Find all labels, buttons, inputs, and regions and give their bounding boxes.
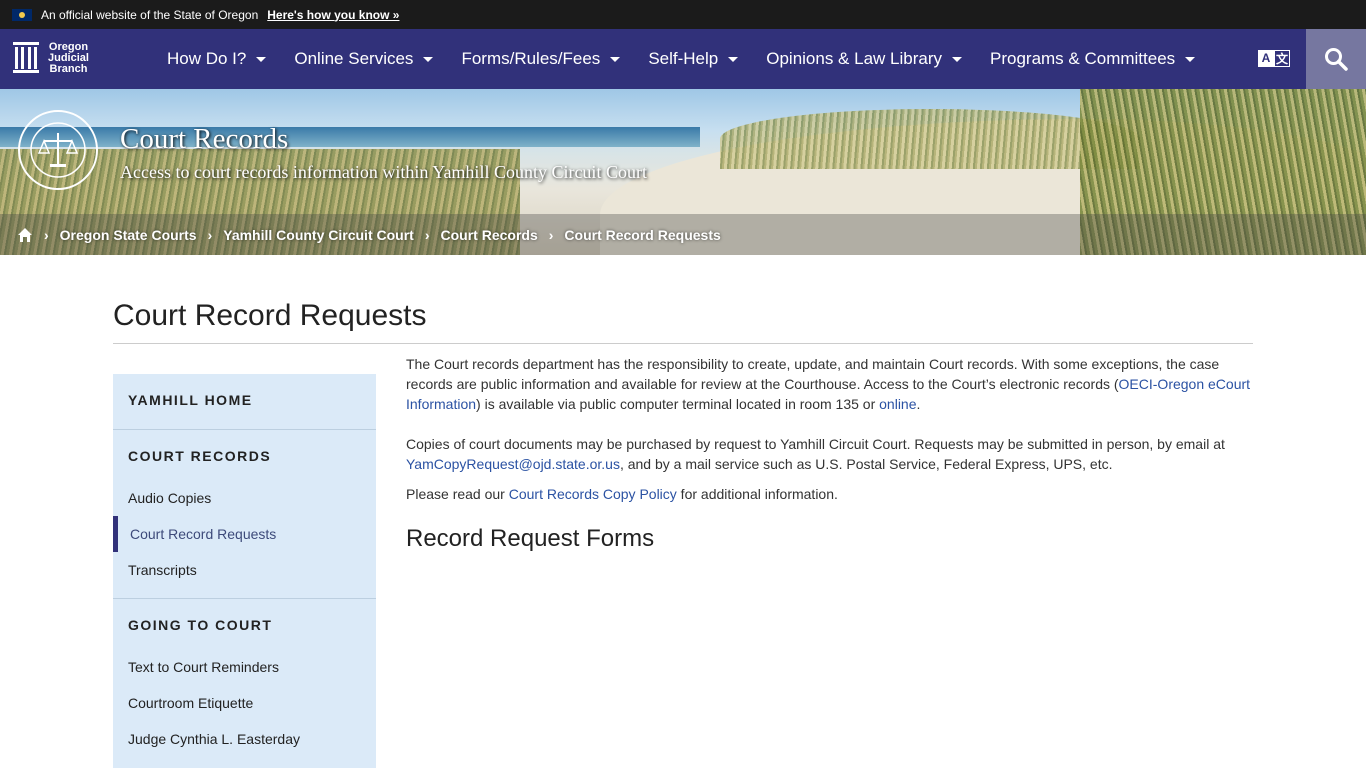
caret-down-icon: [610, 56, 621, 62]
paragraph-text: .: [916, 396, 921, 412]
paragraph-text: Copies of court documents may be purchas…: [406, 436, 1225, 452]
main-navbar: Oregon Judicial Branch How Do I? Online …: [0, 29, 1366, 89]
nav-item-label: Online Services: [294, 49, 414, 68]
search-button[interactable]: [1306, 29, 1366, 89]
banner-grass: [720, 109, 1140, 169]
online-link[interactable]: online: [879, 396, 916, 412]
breadcrumb-yamhill-county[interactable]: Yamhill County Circuit Court: [223, 227, 414, 243]
main-content: The Court records department has the res…: [406, 354, 1254, 494]
hero-banner: Court Records Access to court records in…: [0, 89, 1366, 255]
banner-subtitle: Access to court records information with…: [120, 162, 647, 182]
paragraph-text: Please read our: [406, 486, 509, 502]
breadcrumb-oregon-state-courts[interactable]: Oregon State Courts: [60, 227, 197, 243]
nav-item-how-do-i[interactable]: How Do I?: [153, 49, 280, 69]
oregon-flag-icon: [12, 8, 32, 21]
breadcrumb-court-records[interactable]: Court Records: [441, 227, 538, 243]
sidebar-item-court-record-requests[interactable]: Court Record Requests: [130, 526, 276, 542]
nav-item-opinions-law-library[interactable]: Opinions & Law Library: [752, 49, 976, 69]
intro-paragraph: The Court records department has the res…: [406, 354, 1254, 414]
logo-text: Oregon Judicial Branch: [48, 40, 89, 75]
breadcrumb: › Oregon State Courts › Yamhill County C…: [0, 214, 1366, 255]
copy-policy-link[interactable]: Court Records Copy Policy: [509, 486, 677, 502]
chevron-right-icon: ›: [207, 226, 213, 243]
caret-down-icon: [423, 56, 434, 62]
search-icon: [1325, 48, 1348, 71]
policy-paragraph: Please read our Court Records Copy Polic…: [406, 484, 838, 504]
sidebar-divider: [113, 598, 376, 599]
nav-item-self-help[interactable]: Self-Help: [634, 49, 752, 69]
nav-item-label: Forms/Rules/Fees: [461, 49, 601, 68]
how-you-know-link[interactable]: Here's how you know »: [267, 8, 399, 22]
nav-item-label: Programs & Committees: [990, 49, 1176, 68]
sidebar-item-transcripts[interactable]: Transcripts: [128, 562, 197, 578]
official-banner: An official website of the State of Oreg…: [0, 0, 1366, 29]
breadcrumb-current: Court Record Requests: [564, 226, 721, 243]
nav-item-online-services[interactable]: Online Services: [280, 49, 447, 69]
official-text: An official website of the State of Oreg…: [41, 7, 259, 22]
sidebar-item-courtroom-etiquette[interactable]: Courtroom Etiquette: [128, 695, 253, 711]
paragraph-text: The Court records department has the res…: [406, 356, 1220, 392]
paragraph-text: ) is available via public computer termi…: [476, 396, 880, 412]
caret-down-icon: [1185, 56, 1196, 62]
judicial-department-seal-icon: [18, 110, 98, 190]
chevron-right-icon: ›: [548, 226, 554, 243]
logo-line-1: Oregon: [48, 40, 89, 53]
active-indicator: [113, 516, 118, 552]
home-icon[interactable]: [17, 227, 33, 243]
section-heading-record-request-forms: Record Request Forms: [406, 525, 655, 552]
caret-down-icon: [256, 56, 267, 62]
logo-line-2: Judicial: [48, 51, 89, 64]
caret-down-icon: [728, 56, 739, 62]
paragraph-text: , and by a mail service such as U.S. Pos…: [619, 456, 1113, 472]
nav-item-label: Opinions & Law Library: [766, 49, 942, 68]
sidebar-heading-yamhill-home[interactable]: YAMHILL HOME: [113, 392, 253, 408]
banner-sea: [0, 127, 700, 147]
banner-title: Court Records: [120, 123, 289, 155]
chevron-right-icon: ›: [44, 226, 49, 243]
caret-down-icon: [952, 56, 962, 62]
sidebar-item-judge-easterday[interactable]: Judge Cynthia L. Easterday: [128, 731, 300, 747]
paragraph-text: for additional information.: [676, 486, 838, 502]
chevron-right-icon: ›: [424, 226, 430, 243]
logo-line-3: Branch: [49, 62, 88, 75]
site-logo[interactable]: Oregon Judicial Branch: [12, 40, 89, 76]
sidebar-heading-going-to-court[interactable]: GOING TO COURT: [113, 617, 272, 633]
sidebar-divider: [113, 429, 376, 430]
title-divider: [113, 343, 1253, 344]
email-link[interactable]: YamCopyRequest@ojd.state.or.us: [406, 456, 620, 472]
nav-item-programs-committees[interactable]: Programs & Committees: [976, 49, 1209, 69]
nav-item-label: Self-Help: [648, 49, 719, 68]
copies-paragraph: Copies of court documents may be purchas…: [406, 434, 1254, 474]
sidebar-item-text-reminders[interactable]: Text to Court Reminders: [128, 659, 279, 675]
page-title: Court Record Requests: [113, 299, 427, 332]
nav-item-label: How Do I?: [167, 49, 247, 68]
translate-icon[interactable]: A文: [1258, 50, 1291, 67]
nav-item-forms-rules-fees[interactable]: Forms/Rules/Fees: [447, 49, 634, 69]
courthouse-pillars-icon: [13, 42, 39, 73]
sidebar-heading-court-records[interactable]: COURT RECORDS: [113, 448, 271, 464]
sidebar-nav: YAMHILL HOME COURT RECORDS Audio Copies …: [113, 374, 376, 768]
nav-menu: How Do I? Online Services Forms/Rules/Fe…: [153, 29, 1209, 89]
sidebar-item-audio-copies[interactable]: Audio Copies: [128, 490, 211, 506]
